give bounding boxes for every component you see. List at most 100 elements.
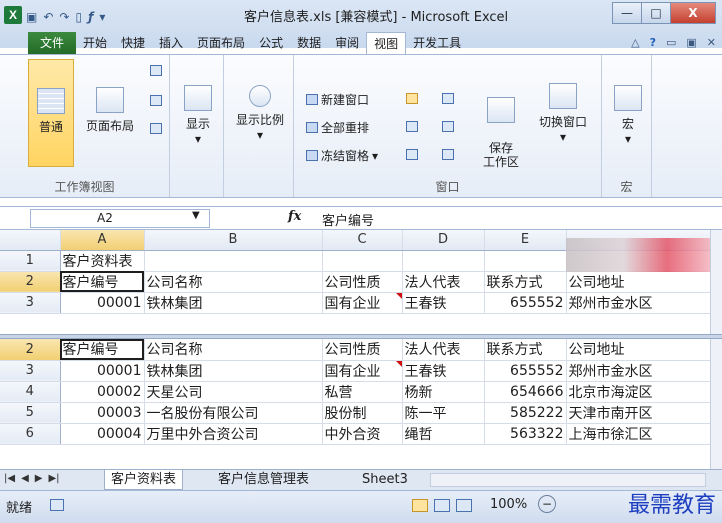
cell[interactable]: 绳哲 <box>402 423 485 445</box>
cell[interactable] <box>322 250 403 272</box>
cell[interactable]: 国有企业 <box>322 292 403 314</box>
cell[interactable]: 中外合资 <box>322 423 403 445</box>
excel-app-icon[interactable]: X <box>4 6 22 24</box>
cell[interactable]: 公司性质 <box>322 271 403 293</box>
zoom-button[interactable]: 显示比例 ▾ <box>230 59 290 167</box>
cell[interactable]: 一名股份有限公司 <box>144 402 323 424</box>
save-icon[interactable]: ▣ <box>26 10 37 24</box>
tab-insert[interactable]: 插入 <box>152 32 190 54</box>
doc-close-icon[interactable]: ✕ <box>707 32 716 54</box>
column-header[interactable]: A <box>60 230 145 251</box>
switch-windows-button[interactable]: 切换窗口 ▾ <box>530 59 596 167</box>
maximize-button[interactable]: □ <box>641 2 671 24</box>
tab-file[interactable]: 文件 <box>28 32 76 54</box>
sheet-tab-sheet3[interactable]: Sheet3 <box>356 470 414 490</box>
page-break-status-icon[interactable] <box>456 499 472 512</box>
last-sheet-icon[interactable]: ▶| <box>48 473 59 484</box>
page-break-preview-icon[interactable] <box>150 65 162 76</box>
column-header[interactable]: B <box>144 230 323 251</box>
row-header[interactable]: 3 <box>0 292 61 314</box>
cell[interactable]: 上海市徐汇区 <box>566 423 711 445</box>
row-header[interactable]: 3 <box>0 360 61 382</box>
page-layout-status-icon[interactable] <box>434 499 450 512</box>
cell[interactable]: 00001 <box>60 360 145 382</box>
tab-formulas[interactable]: 公式 <box>252 32 290 54</box>
split-icon[interactable] <box>406 93 418 104</box>
cell[interactable]: 客户资料表 <box>60 250 145 272</box>
arrange-all-button[interactable]: 全部重排 <box>306 119 369 136</box>
cell[interactable]: 联系方式 <box>484 339 567 361</box>
horizontal-scrollbar[interactable] <box>430 473 706 487</box>
cell[interactable]: 00003 <box>60 402 145 424</box>
row-header[interactable]: 6 <box>0 423 61 445</box>
row-header[interactable]: 2 <box>0 339 61 361</box>
tab-review[interactable]: 审阅 <box>328 32 366 54</box>
save-workspace-button[interactable]: 保存 工作区 <box>476 59 526 169</box>
tab-page-layout[interactable]: 页面布局 <box>190 32 252 54</box>
cell-selected[interactable]: 客户编号 <box>60 339 145 361</box>
cell[interactable]: 655552 <box>484 360 567 382</box>
bottom-pane-vertical-scrollbar[interactable] <box>710 339 722 469</box>
name-box-dropdown-icon[interactable]: ▼ <box>192 210 200 221</box>
zoom-out-icon[interactable]: − <box>538 495 556 513</box>
macros-button[interactable]: 宏 ▾ <box>608 59 648 167</box>
cell[interactable]: 国有企业 <box>322 360 403 382</box>
row-header[interactable]: 2 <box>0 271 61 293</box>
cell[interactable]: 563322 <box>484 423 567 445</box>
cell[interactable]: 655552 <box>484 292 567 314</box>
hide-icon[interactable] <box>406 121 418 132</box>
tab-home[interactable]: 开始 <box>76 32 114 54</box>
cell[interactable]: 法人代表 <box>402 271 485 293</box>
cell[interactable]: 公司名称 <box>144 271 323 293</box>
cell[interactable] <box>402 250 485 272</box>
custom-views-icon[interactable] <box>150 95 162 106</box>
cell[interactable]: 00004 <box>60 423 145 445</box>
next-sheet-icon[interactable]: ▶ <box>35 473 43 484</box>
ribbon-collapse-icon[interactable]: △ <box>631 32 639 54</box>
help-icon[interactable]: ? <box>650 32 656 54</box>
row-header[interactable]: 5 <box>0 402 61 424</box>
fx-icon[interactable]: ƒ <box>88 10 93 24</box>
macro-record-icon[interactable] <box>50 499 64 511</box>
freeze-panes-button[interactable]: 冻结窗格 ▾ <box>306 147 378 164</box>
prev-sheet-icon[interactable]: ◀ <box>21 473 29 484</box>
select-all-corner[interactable] <box>0 230 61 251</box>
cell[interactable]: 公司名称 <box>144 339 323 361</box>
cell[interactable]: 00002 <box>60 381 145 403</box>
cell[interactable]: 私营 <box>322 381 403 403</box>
cell[interactable]: 654666 <box>484 381 567 403</box>
top-pane-vertical-scrollbar[interactable] <box>710 230 722 334</box>
cell[interactable]: 公司性质 <box>322 339 403 361</box>
cell[interactable]: 万里中外合资公司 <box>144 423 323 445</box>
doc-restore-icon[interactable]: ▣ <box>686 32 696 54</box>
cell[interactable]: 陈一平 <box>402 402 485 424</box>
name-box[interactable]: A2 <box>30 209 210 228</box>
cell[interactable]: 铁林集团 <box>144 292 323 314</box>
new-window-button[interactable]: 新建窗口 <box>306 91 369 108</box>
show-button[interactable]: 显示 ▾ <box>178 59 218 167</box>
normal-view-button[interactable]: 普通 <box>28 59 74 167</box>
cell[interactable]: 585222 <box>484 402 567 424</box>
cell[interactable]: 铁林集团 <box>144 360 323 382</box>
cell[interactable]: 公司地址 <box>566 271 711 293</box>
cell-selected[interactable]: 客户编号 <box>60 271 145 293</box>
cell[interactable]: 郑州市金水区 <box>566 360 711 382</box>
page-layout-view-button[interactable]: 页面布局 <box>80 59 140 167</box>
row-header[interactable]: 4 <box>0 381 61 403</box>
column-header[interactable]: C <box>322 230 403 251</box>
cell[interactable]: 股份制 <box>322 402 403 424</box>
close-button[interactable]: X <box>670 2 716 24</box>
cell[interactable]: 公司地址 <box>566 339 711 361</box>
cell[interactable] <box>484 250 567 272</box>
new-document-icon[interactable]: ▯ <box>75 10 82 24</box>
column-header[interactable]: D <box>402 230 485 251</box>
sheet-tab-customer-management[interactable]: 客户信息管理表 <box>212 470 315 490</box>
minimize-button[interactable]: — <box>612 2 642 24</box>
reset-window-position-icon[interactable] <box>442 149 454 160</box>
zoom-level[interactable]: 100% <box>490 497 527 512</box>
cell[interactable]: 联系方式 <box>484 271 567 293</box>
customize-toolbar-icon[interactable]: ▾ <box>99 10 105 24</box>
first-sheet-icon[interactable]: |◀ <box>4 473 15 484</box>
cell[interactable]: 天星公司 <box>144 381 323 403</box>
cell[interactable]: 天津市南开区 <box>566 402 711 424</box>
